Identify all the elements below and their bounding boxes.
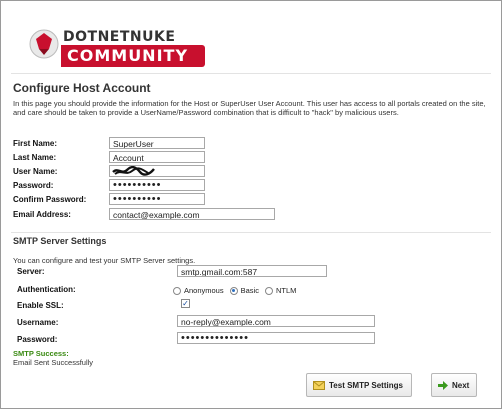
password-label: Password: <box>13 181 54 190</box>
next-label: Next <box>452 380 470 390</box>
dotnetnuke-logo: DOTNETNUKE COMMUNITY <box>23 21 205 71</box>
smtp-server-field[interactable]: smtp.gmail.com:587 <box>177 265 327 277</box>
auth-ntlm-label: NTLM <box>275 286 297 295</box>
smtp-server-label: Server: <box>17 267 45 276</box>
smtp-ssl-label: Enable SSL: <box>17 301 64 310</box>
auth-basic-radio[interactable] <box>229 286 238 295</box>
test-smtp-button[interactable]: Test SMTP Settings <box>306 373 412 397</box>
next-button[interactable]: Next <box>431 373 477 397</box>
arrow-right-icon <box>438 380 448 390</box>
logo-bottom-text: COMMUNITY <box>67 46 189 65</box>
smtp-section-title: SMTP Server Settings <box>13 236 107 246</box>
smtp-success-title: SMTP Success: <box>13 349 69 358</box>
smtp-auth-options: Anonymous Basic NTLM <box>173 286 296 295</box>
test-smtp-label: Test SMTP Settings <box>329 380 403 390</box>
user-name-field[interactable] <box>109 165 205 177</box>
email-field[interactable]: contact@example.com <box>109 208 275 220</box>
redacted-scribble-icon <box>112 166 155 176</box>
password-field[interactable]: •••••••••• <box>109 179 205 191</box>
intro-text: In this page you should provide the info… <box>13 99 486 118</box>
confirm-password-field[interactable]: •••••••••• <box>109 193 205 205</box>
last-name-label: Last Name: <box>13 153 57 162</box>
enable-ssl-checkbox[interactable]: ✓ <box>181 299 190 308</box>
auth-anonymous-label: Anonymous <box>184 286 224 295</box>
confirm-password-label: Confirm Password: <box>13 195 87 204</box>
user-name-label: User Name: <box>13 167 58 176</box>
envelope-icon <box>313 380 325 390</box>
smtp-auth-label: Authentication: <box>17 285 76 294</box>
first-name-field[interactable]: SuperUser <box>109 137 205 149</box>
auth-basic-label: Basic <box>240 286 259 295</box>
section-divider <box>11 232 491 233</box>
checkmark-icon: ✓ <box>182 299 189 308</box>
auth-ntlm-radio[interactable] <box>264 286 273 295</box>
smtp-password-field[interactable]: •••••••••••••• <box>177 332 375 344</box>
smtp-password-label: Password: <box>17 335 58 344</box>
smtp-username-label: Username: <box>17 318 59 327</box>
email-label: Email Address: <box>13 210 71 219</box>
last-name-field[interactable]: Account <box>109 151 205 163</box>
smtp-description: You can configure and test your SMTP Ser… <box>13 256 196 265</box>
auth-anonymous-radio[interactable] <box>173 286 181 295</box>
smtp-username-field[interactable]: no-reply@example.com <box>177 315 375 327</box>
first-name-label: First Name: <box>13 139 58 148</box>
page-title: Configure Host Account <box>13 81 151 95</box>
header-divider <box>11 73 491 74</box>
wizard-window: DOTNETNUKE COMMUNITY Configure Host Acco… <box>0 0 502 409</box>
dnn-logo-icon <box>29 29 59 59</box>
logo-top-text: DOTNETNUKE <box>63 29 176 45</box>
smtp-success-message: Email Sent Successfully <box>13 358 94 367</box>
